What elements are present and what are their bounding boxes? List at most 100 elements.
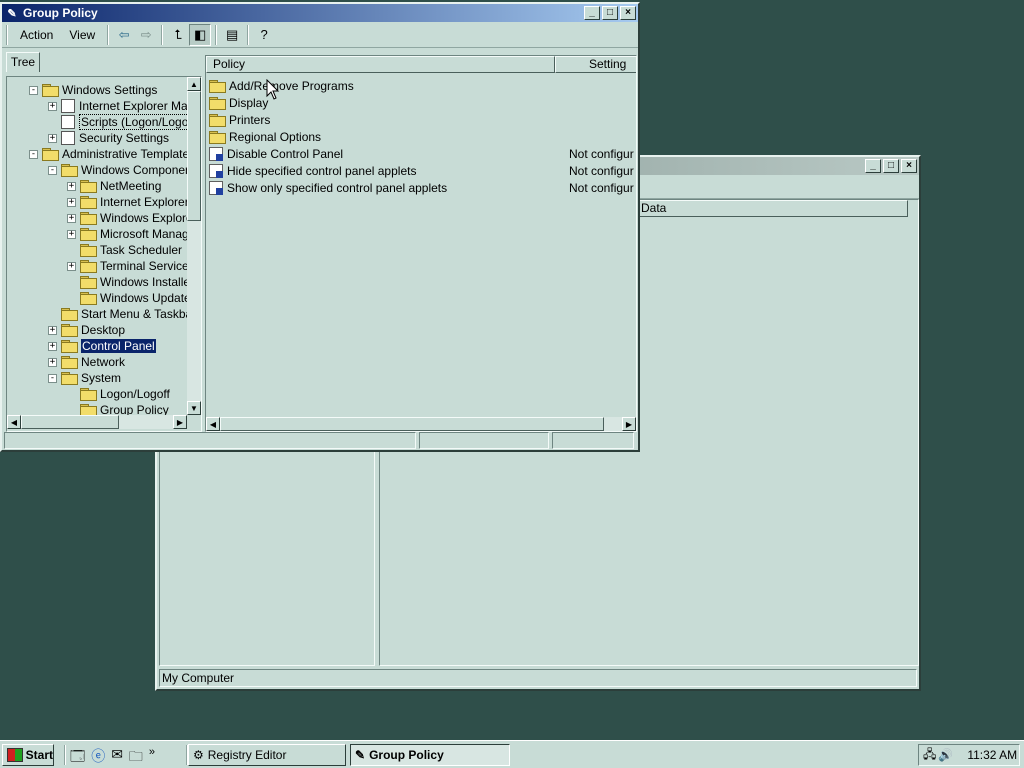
export-list-icon[interactable]: ▤: [221, 24, 243, 46]
up-one-level-icon[interactable]: ⮤: [167, 24, 189, 46]
tree-item-label: Windows Settings: [62, 83, 158, 97]
scroll-right-button[interactable]: ▶: [173, 415, 187, 429]
start-button[interactable]: Start: [2, 744, 54, 766]
tree-item[interactable]: Logon/Logoff: [67, 386, 170, 402]
tree-item[interactable]: - Administrative Templates: [29, 146, 187, 162]
scroll-thumb[interactable]: [220, 417, 604, 431]
collapse-icon[interactable]: -: [29, 85, 38, 95]
expand-icon[interactable]: +: [67, 213, 76, 223]
internet-explorer-icon[interactable]: ⓔ: [91, 746, 105, 768]
tree-item[interactable]: + Internet Explorer Main: [48, 98, 187, 114]
scroll-left-button[interactable]: ◀: [206, 417, 220, 431]
explorer-icon[interactable]: 🗀: [129, 746, 143, 768]
expand-icon[interactable]: +: [67, 229, 76, 239]
tree-item[interactable]: Task Scheduler: [67, 242, 182, 258]
more-chevron-icon[interactable]: »: [149, 746, 155, 768]
tree-item[interactable]: + Internet Explorer: [67, 194, 187, 210]
tree-view[interactable]: - Windows Settings + Internet Explorer Main…: [7, 77, 187, 415]
scroll-left-button[interactable]: ◀: [7, 415, 21, 429]
scroll-up-button[interactable]: ▲: [187, 77, 201, 91]
network-tray-icon[interactable]: 🖧: [923, 745, 936, 766]
task-registry-editor[interactable]: ⚙ Registry Editor: [188, 744, 346, 766]
tree-horizontal-scrollbar[interactable]: ◀ ▶: [7, 415, 187, 429]
policy-setting: Not configured: [569, 146, 634, 161]
back-arrow-icon[interactable]: ⇦: [113, 24, 135, 46]
expand-icon[interactable]: +: [67, 197, 76, 207]
clock[interactable]: 11:32 AM: [967, 748, 1017, 762]
scroll-down-button[interactable]: ▼: [187, 401, 201, 415]
tab-tree[interactable]: Tree: [6, 52, 40, 72]
close-button[interactable]: ×: [620, 6, 636, 20]
task-group-policy[interactable]: ✎ Group Policy: [350, 744, 510, 766]
maximize-button[interactable]: □: [602, 6, 618, 20]
tree-item-label: Administrative Templates: [62, 147, 187, 161]
tree-pane[interactable]: - Windows Settings + Internet Explorer Main…: [6, 76, 202, 432]
policy-row[interactable]: Regional Options: [209, 128, 636, 145]
tree-vertical-scrollbar[interactable]: ▲ ▼: [187, 77, 201, 415]
tree-item[interactable]: + Desktop: [48, 322, 125, 338]
expand-icon[interactable]: +: [48, 341, 57, 351]
tree-item[interactable]: - Windows Components: [48, 162, 187, 178]
policy-row[interactable]: Disable Control Panel Not configured: [209, 145, 636, 162]
minimize-button[interactable]: _: [865, 159, 881, 173]
policy-list-pane[interactable]: Policy Setting Add/Remove Programs Displa…: [205, 55, 637, 432]
show-desktop-icon[interactable]: 🗔: [70, 746, 85, 768]
expand-icon[interactable]: +: [48, 101, 57, 111]
policy-row[interactable]: Printers: [209, 111, 636, 128]
close-button[interactable]: ×: [901, 159, 917, 173]
tree-item[interactable]: - System: [48, 370, 121, 386]
scroll-right-button[interactable]: ▶: [622, 417, 636, 431]
help-icon[interactable]: ?: [253, 24, 275, 46]
gp-title-bar[interactable]: ✎ Group Policy _ □ ×: [2, 4, 638, 22]
tree-item[interactable]: + Terminal Services: [67, 258, 187, 274]
policy-row[interactable]: Show only specified control panel applet…: [209, 179, 636, 196]
scroll-thumb[interactable]: [21, 415, 119, 429]
expand-icon[interactable]: +: [48, 133, 57, 143]
minimize-button[interactable]: _: [584, 6, 600, 20]
tree-item[interactable]: Start Menu & Taskbar: [48, 306, 187, 322]
tree-item-label: Logon/Logoff: [100, 387, 170, 401]
security-icon: [61, 131, 75, 145]
list-horizontal-scrollbar[interactable]: ◀ ▶: [206, 417, 636, 431]
status-pane-main: [4, 432, 416, 449]
collapse-icon[interactable]: -: [48, 373, 57, 383]
tree-item[interactable]: Windows Installer: [67, 274, 187, 290]
expand-icon[interactable]: +: [67, 261, 76, 271]
outlook-express-icon[interactable]: ✉: [111, 746, 123, 768]
scroll-thumb[interactable]: [187, 91, 201, 221]
tree-item[interactable]: + Windows Explorer: [67, 210, 187, 226]
tree-item[interactable]: + Network: [48, 354, 125, 370]
tree-item[interactable]: Group Policy: [67, 402, 169, 415]
folder-icon: [42, 84, 59, 97]
group-policy-window[interactable]: ✎ Group Policy _ □ × Action View ⇦ ⇨ ⮤ ◧…: [0, 2, 640, 452]
maximize-button[interactable]: □: [883, 159, 899, 173]
menu-view[interactable]: View: [61, 26, 103, 44]
status-pane-2: [419, 432, 549, 449]
forward-arrow-icon[interactable]: ⇨: [135, 24, 157, 46]
tree-item[interactable]: + Microsoft Management: [67, 226, 187, 242]
tree-item-label: Desktop: [81, 323, 126, 337]
tree-item[interactable]: + NetMeeting: [67, 178, 161, 194]
expand-icon[interactable]: +: [48, 357, 57, 367]
expand-icon[interactable]: +: [48, 325, 57, 335]
tree-item[interactable]: Scripts (Logon/Logoff): [48, 114, 187, 130]
tree-item-label: Task Scheduler: [100, 243, 183, 257]
column-header-policy[interactable]: Policy: [206, 56, 555, 73]
settings-doc-icon: [61, 99, 75, 113]
tree-item[interactable]: + Control Panel: [48, 338, 156, 354]
policy-list[interactable]: Add/Remove Programs Display Printers Region…: [206, 75, 636, 415]
menu-action[interactable]: Action: [12, 26, 61, 44]
tree-item[interactable]: + Security Settings: [48, 130, 169, 146]
volume-tray-icon[interactable]: 🔊: [938, 748, 953, 762]
tree-item-label: Network: [81, 355, 126, 369]
collapse-icon[interactable]: -: [29, 149, 38, 159]
expand-icon[interactable]: +: [67, 181, 76, 191]
tree-item[interactable]: - Windows Settings: [29, 82, 157, 98]
tree-item[interactable]: Windows Update: [67, 290, 187, 306]
folder-icon: [61, 308, 78, 321]
policy-row[interactable]: Hide specified control panel applets Not …: [209, 162, 636, 179]
show-hide-tree-icon[interactable]: ◧: [189, 23, 212, 46]
toolbar-grip: [6, 24, 8, 45]
collapse-icon[interactable]: -: [48, 165, 57, 175]
column-header-setting[interactable]: Setting: [555, 56, 636, 73]
